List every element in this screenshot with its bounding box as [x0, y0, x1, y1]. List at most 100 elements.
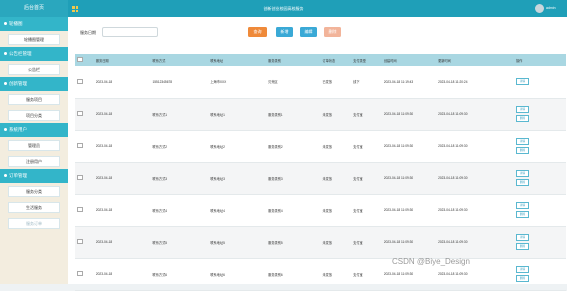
table-body: 2023-04-18 15512345678 上海市XXX 贝壳区 已发放 线下 2023-… [75, 66, 566, 290]
sidebar-item[interactable]: 服务订单 [0, 215, 68, 231]
sidebar-item[interactable]: 项目分类 [0, 107, 68, 123]
row-detail-button[interactable]: 详情 [516, 138, 529, 145]
table-row[interactable]: 2023-04-18 联系方式5 联系地址5 服务类别5 未发放 支付宝 2023-04-1… [75, 226, 566, 258]
delete-button[interactable]: 删除 [324, 27, 341, 37]
row-checkbox[interactable] [75, 162, 94, 194]
table-cell: 2023-04-18 [95, 79, 113, 84]
table-row[interactable]: 2023-04-18 15512345678 上海市XXX 贝壳区 已发放 线下 2023-… [75, 66, 566, 98]
table-cell: 2023-04-18 11:09:30 [383, 208, 414, 212]
table-cell: 联系地址3 [210, 176, 225, 181]
table-cell: 联系地址1 [210, 112, 225, 117]
table-cell: 未发放 [322, 240, 333, 245]
row-checkbox[interactable] [75, 194, 94, 226]
sidebar-section-label: 公告栏管理 [9, 51, 32, 56]
table-header: 服务日期 联系方式 联系地址 服务类别 订单状态 支付类型 创建时间 更新时间 操作 [75, 54, 566, 66]
table-cell: 支付宝 [353, 272, 363, 277]
sidebar-section-header[interactable]: 轮播图 [0, 17, 68, 31]
sidebar-section-label: 系统用户 [9, 127, 27, 132]
table-cell: 服务类别1 [268, 112, 283, 117]
row-delete-button[interactable]: 删除 [516, 243, 529, 250]
section-bullet-icon [4, 22, 7, 25]
sidebar-item[interactable]: 注册用户 [0, 153, 68, 169]
row-checkbox[interactable] [75, 130, 94, 162]
row-detail-button[interactable]: 详情 [516, 266, 529, 273]
table-cell: 2023-04-18 [95, 112, 113, 116]
row-delete-button[interactable]: 删除 [516, 147, 529, 154]
avatar[interactable] [535, 4, 544, 13]
section-bullet-icon [4, 82, 7, 85]
table-cell: 已发放 [322, 80, 333, 85]
table-cell: 未发放 [322, 176, 333, 181]
row-checkbox[interactable] [75, 98, 94, 130]
column-header: 支付类型 [353, 58, 366, 63]
table-row[interactable]: 2023-04-18 联系方式1 联系地址1 服务类别1 未发放 支付宝 2023-04-1… [75, 98, 566, 130]
table-cell: 联系方式1 [152, 112, 168, 117]
search-date-input[interactable] [102, 27, 158, 37]
sidebar-item-label: 项目分类 [8, 110, 60, 121]
sidebar-item-label: 生活服务 [8, 202, 60, 213]
sidebar-item[interactable]: 生活服务 [0, 199, 68, 215]
sidebar-item[interactable]: 管理员 [0, 137, 68, 153]
row-delete-button[interactable]: 删除 [516, 275, 529, 282]
row-checkbox[interactable] [75, 226, 94, 258]
sidebar-item-label: 公告栏 [8, 64, 60, 75]
table-cell: 2023-04-18 11:09:30 [438, 176, 468, 180]
table-cell: 未发放 [322, 112, 333, 117]
section-bullet-icon [4, 128, 7, 131]
table-cell: 2023-04-18 11:20:24 [438, 79, 468, 84]
table-cell: 未发放 [322, 144, 333, 149]
sidebar-item-label: 轮播图管理 [8, 34, 60, 45]
table-cell: 服务类别3 [268, 176, 283, 181]
row-actions: 详情 删除 [514, 194, 566, 226]
table-cell: 联系地址4 [210, 208, 225, 213]
row-detail-button[interactable]: 详情 [516, 234, 529, 241]
table-cell: 15512345678 [152, 79, 173, 84]
row-delete-button[interactable]: 删除 [516, 115, 529, 122]
column-header: 服务类别 [268, 58, 281, 63]
search-button[interactable]: 查询 [248, 27, 267, 37]
sidebar: 轮播图轮播图管理公告栏管理公告栏创新管理服务项目项目分类系统用户管理员注册用户订… [0, 17, 68, 284]
table-cell: 未发放 [322, 208, 333, 213]
sidebar-item-label: 服务项目 [8, 94, 60, 105]
row-detail-button[interactable]: 详情 [516, 170, 529, 177]
column-header: 服务日期 [95, 58, 109, 63]
sidebar-section-header[interactable]: 订单管理 [0, 169, 68, 183]
sidebar-item-label: 注册用户 [8, 156, 60, 167]
table-cell: 2023-04-18 11:09:30 [438, 144, 468, 148]
row-checkbox[interactable] [75, 258, 94, 290]
row-detail-button[interactable]: 详情 [516, 106, 529, 113]
sidebar-section-header[interactable]: 系统用户 [0, 123, 68, 137]
table-cell: 支付宝 [353, 144, 363, 149]
table-cell: 2023-04-18 11:09:30 [383, 240, 414, 244]
table-cell: 2023-04-18 11:09:30 [383, 112, 414, 116]
username[interactable]: admin [546, 0, 556, 17]
table-row[interactable]: 2023-04-18 联系方式4 联系地址4 服务类别4 未发放 支付宝 2023-04-1… [75, 194, 566, 226]
table-row[interactable]: 2023-04-18 联系方式3 联系地址3 服务类别3 未发放 支付宝 2023-04-1… [75, 162, 566, 194]
row-detail-button[interactable]: 详情 [516, 78, 529, 86]
table-cell: 2023-04-18 [95, 208, 113, 212]
table-cell: 服务类别5 [268, 240, 283, 245]
sidebar-section-header[interactable]: 创新管理 [0, 77, 68, 91]
app-title: 创新创业校园高校服务 [263, 6, 304, 11]
row-delete-button[interactable]: 删除 [516, 179, 529, 186]
row-delete-button[interactable]: 删除 [516, 211, 529, 218]
select-all-checkbox[interactable] [75, 54, 94, 66]
add-button[interactable]: 新增 [276, 27, 293, 37]
table-cell: 2023-04-18 11:09:30 [383, 144, 414, 148]
row-actions: 详情 删除 [514, 130, 566, 162]
sidebar-item[interactable]: 公告栏 [0, 61, 68, 77]
table-cell: 2023-04-18 11:19:43 [383, 79, 414, 84]
sidebar-section-header[interactable]: 公告栏管理 [0, 47, 68, 61]
table-cell: 服务类别6 [268, 272, 283, 277]
sidebar-item[interactable]: 服务项目 [0, 91, 68, 107]
section-bullet-icon [4, 174, 7, 177]
table-row[interactable]: 2023-04-18 联系方式6 联系地址6 服务类别6 未发放 支付宝 2023-04-1… [75, 258, 566, 290]
row-checkbox[interactable] [75, 66, 94, 98]
sidebar-section-label: 创新管理 [9, 81, 27, 86]
table-row[interactable]: 2023-04-18 联系方式2 联系地址2 服务类别2 未发放 支付宝 2023-04-1… [75, 130, 566, 162]
edit-button[interactable]: 编辑 [300, 27, 317, 37]
sidebar-item[interactable]: 服务分类 [0, 183, 68, 199]
sidebar-item[interactable]: 轮播图管理 [0, 31, 68, 47]
row-detail-button[interactable]: 详情 [516, 202, 529, 209]
table-cell: 支付宝 [353, 208, 363, 213]
